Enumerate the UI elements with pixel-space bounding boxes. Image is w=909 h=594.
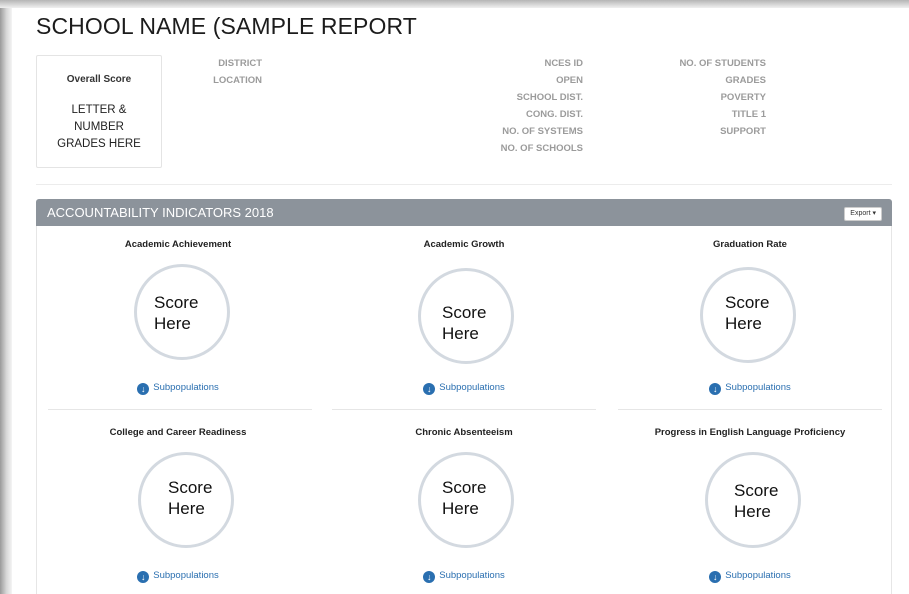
indicator-title: Academic Growth <box>423 239 505 250</box>
row-divider <box>48 409 312 410</box>
meta-label-no-of-schools: NO. OF SCHOOLS <box>500 143 583 154</box>
subpopulations-link[interactable]: ↓ Subpopulations <box>608 382 892 395</box>
overall-score-label: Overall Score <box>66 74 132 85</box>
subpopulations-link[interactable]: ↓ Subpopulations <box>608 570 892 583</box>
subpopulations-link[interactable]: ↓ Subpopulations <box>36 570 320 583</box>
overall-score-card: Overall Score LETTER & NUMBER GRADES HER… <box>36 55 162 168</box>
meta-column-3: NO. OF STUDENTS GRADES POVERTY TITLE 1 S… <box>660 55 766 140</box>
score-placeholder: Score Here <box>168 478 213 518</box>
subpopulations-label: Subpopulations <box>439 570 505 581</box>
indicator-english-language-proficiency: Progress in English Language Proficiency <box>608 427 892 441</box>
meta-label-district: DISTRICT <box>218 58 262 69</box>
export-button[interactable]: Export ▾ <box>844 207 882 221</box>
meta-column-2: NCES ID OPEN SCHOOL DIST. CONG. DIST. NO… <box>470 55 583 157</box>
row-divider <box>332 409 596 410</box>
overall-score-grades: LETTER & NUMBER GRADES HERE <box>57 104 141 150</box>
subpopulations-link[interactable]: ↓ Subpopulations <box>36 382 320 395</box>
meta-label-open: OPEN <box>556 75 583 86</box>
subpopulations-label: Subpopulations <box>153 570 219 581</box>
meta-label-school-dist: SCHOOL DIST. <box>516 92 583 103</box>
subpopulations-label: Subpopulations <box>725 570 791 581</box>
indicator-title: College and Career Readiness <box>109 427 247 438</box>
meta-label-no-of-students: NO. OF STUDENTS <box>679 58 766 69</box>
score-placeholder: Score Here <box>725 293 770 333</box>
meta-label-poverty: POVERTY <box>720 92 766 103</box>
window-top-edge <box>0 0 909 8</box>
indicator-title: Academic Achievement <box>124 239 232 250</box>
download-circle-icon: ↓ <box>137 383 150 395</box>
subpopulations-link[interactable]: ↓ Subpopulations <box>322 382 606 395</box>
meta-label-support: SUPPORT <box>720 126 766 137</box>
indicator-title: Graduation Rate <box>713 239 787 250</box>
indicator-chronic-absenteeism: Chronic Absenteeism <box>322 427 606 441</box>
score-placeholder: Score Here <box>154 293 199 333</box>
meta-label-location: LOCATION <box>213 75 262 86</box>
meta-label-nces-id: NCES ID <box>544 58 583 69</box>
download-circle-icon: ↓ <box>709 571 722 583</box>
indicator-title: Progress in English Language Proficiency <box>654 427 846 438</box>
indicator-academic-achievement: Academic Achievement <box>36 239 320 253</box>
divider <box>36 184 892 185</box>
indicator-college-career-readiness: College and Career Readiness <box>36 427 320 441</box>
download-circle-icon: ↓ <box>137 571 150 583</box>
subpopulations-label: Subpopulations <box>439 382 505 393</box>
subpopulations-label: Subpopulations <box>725 382 791 393</box>
meta-label-no-of-systems: NO. OF SYSTEMS <box>502 126 583 137</box>
indicator-graduation-rate: Graduation Rate <box>608 239 892 253</box>
meta-label-title-1: TITLE 1 <box>731 109 766 120</box>
meta-column-1: DISTRICT LOCATION <box>200 55 262 89</box>
download-circle-icon: ↓ <box>423 383 436 395</box>
score-placeholder: Score Here <box>734 481 779 521</box>
meta-label-grades: GRADES <box>725 75 766 86</box>
indicators-panel-title: ACCOUNTABILITY INDICATORS 2018 <box>47 205 274 220</box>
download-circle-icon: ↓ <box>423 571 436 583</box>
score-placeholder: Score Here <box>442 478 487 518</box>
score-placeholder: Score Here <box>442 303 487 343</box>
indicator-title: Chronic Absenteeism <box>415 427 513 438</box>
meta-label-cong-dist: CONG. DIST. <box>525 109 583 120</box>
download-circle-icon: ↓ <box>709 383 722 395</box>
subpopulations-label: Subpopulations <box>153 382 219 393</box>
page-title: SCHOOL NAME (SAMPLE REPORT <box>36 13 417 39</box>
window-edge <box>0 0 12 594</box>
row-divider <box>618 409 882 410</box>
indicator-academic-growth: Academic Growth <box>322 239 606 253</box>
subpopulations-link[interactable]: ↓ Subpopulations <box>322 570 606 583</box>
indicators-panel-header: ACCOUNTABILITY INDICATORS 2018 Export ▾ <box>36 199 892 226</box>
